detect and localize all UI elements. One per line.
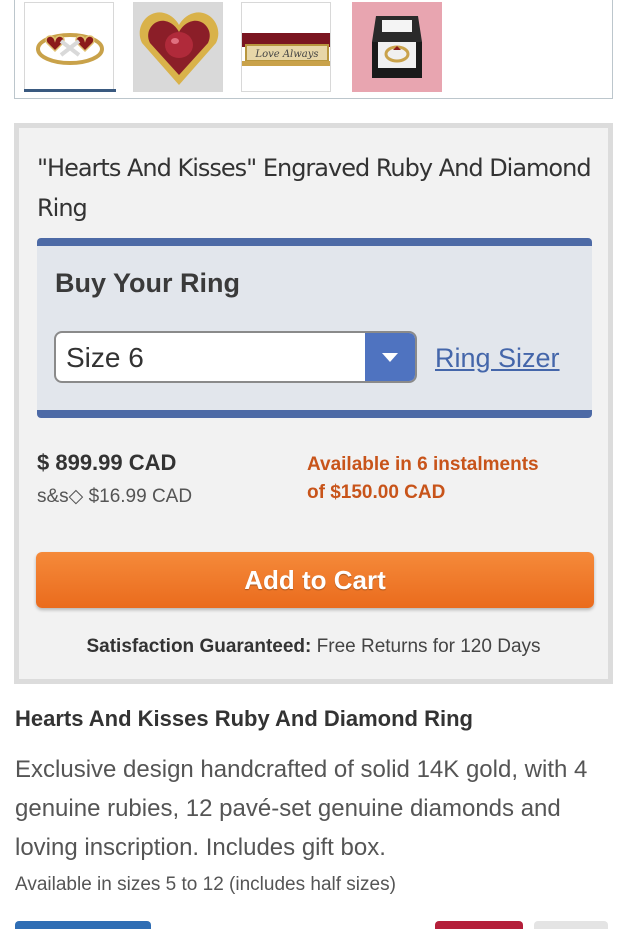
shipping-cost: s&s◇ $16.99 CAD (37, 486, 193, 507)
description-title: Hearts And Kisses Ruby And Diamond Ring (15, 706, 473, 731)
thumbnail-ring[interactable] (24, 2, 114, 92)
add-to-cart-button[interactable]: Add to Cart (36, 552, 594, 608)
instalments-info: Available in 6 instalments of $150.00 CA… (307, 451, 587, 507)
product-title: "Hearts And Kisses" Engraved Ruby And Di… (37, 154, 592, 222)
svg-text:Love Always: Love Always (254, 49, 318, 60)
buy-box: Buy Your Ring Size 6 Ring Sizer (37, 238, 592, 418)
instalments-line-2: of $150.00 CAD (307, 482, 446, 503)
guarantee-label: Satisfaction Guaranteed: (86, 636, 312, 657)
chevron-down-icon[interactable] (365, 333, 415, 381)
satisfaction-guarantee: Satisfaction Guaranteed: Free Returns fo… (19, 636, 608, 658)
size-select[interactable]: Size 6 (54, 331, 417, 383)
more-button-partial[interactable] (534, 921, 608, 929)
pin-button-partial[interactable] (435, 921, 523, 929)
active-thumbnail-indicator (24, 89, 116, 92)
engraving-thumbnail-icon: Love Always (242, 3, 330, 91)
ring-sizer-link[interactable]: Ring Sizer (435, 343, 560, 374)
thumbnail-heart-ruby[interactable] (133, 2, 223, 92)
share-button-partial[interactable] (15, 921, 151, 929)
bottom-actions (0, 921, 623, 929)
thumbnail-gallery: Love Always (14, 0, 613, 99)
thumbnail-gift-box[interactable] (352, 2, 442, 92)
product-panel: "Hearts And Kisses" Engraved Ruby And Di… (14, 123, 613, 684)
available-sizes: Available in sizes 5 to 12 (includes hal… (15, 874, 396, 895)
gift-box-thumbnail-icon (352, 2, 442, 92)
buy-heading: Buy Your Ring (55, 268, 241, 298)
thumbnail-engraving[interactable]: Love Always (241, 2, 331, 92)
description-body: Exclusive design handcrafted of solid 14… (15, 756, 588, 861)
size-select-value: Size 6 (66, 342, 144, 373)
instalments-line-1: Available in 6 instalments (307, 454, 539, 475)
price: $ 899.99 CAD (37, 450, 177, 475)
heart-ruby-thumbnail-icon (134, 3, 222, 91)
ring-thumbnail-icon (25, 3, 113, 91)
guarantee-text: Free Returns for 120 Days (311, 636, 541, 657)
